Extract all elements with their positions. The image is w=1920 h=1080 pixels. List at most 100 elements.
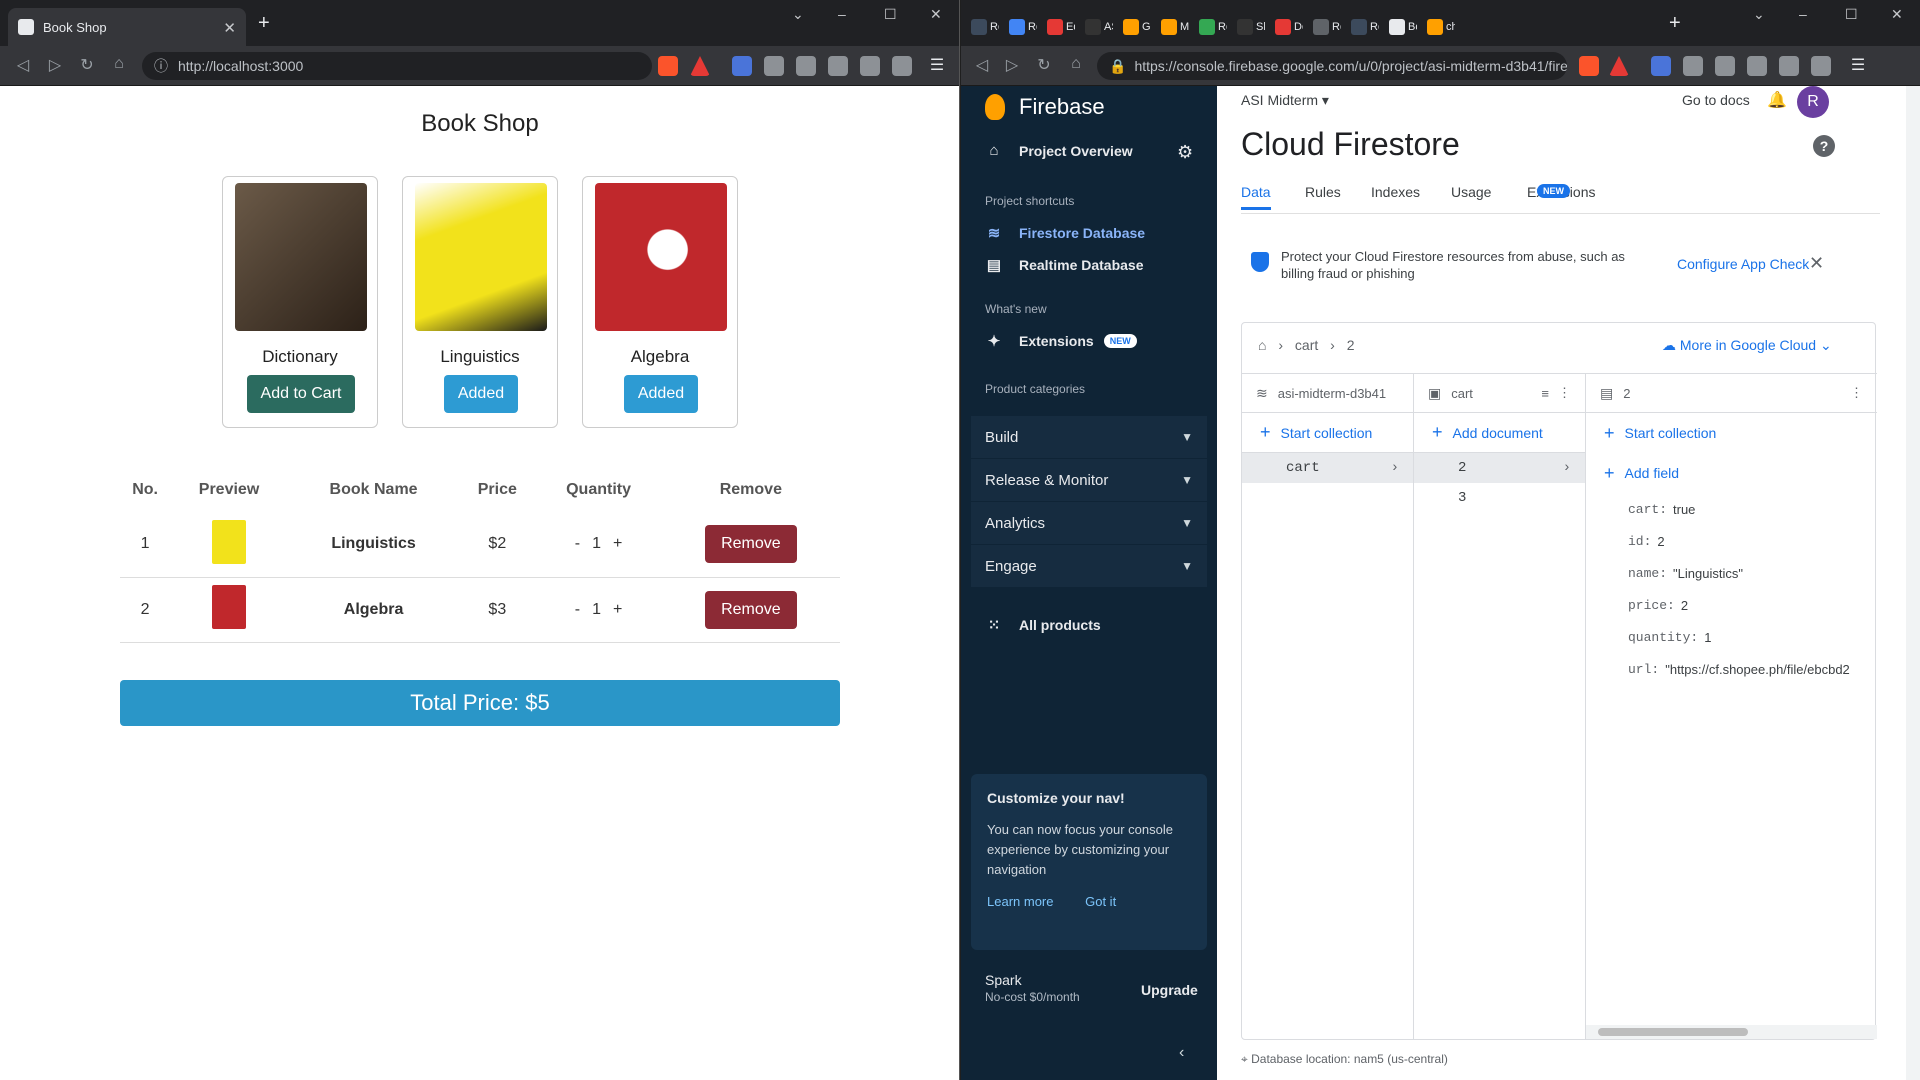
- translate-icon[interactable]: [732, 56, 752, 76]
- browser-tab[interactable]: ch: [1423, 8, 1459, 46]
- close-icon[interactable]: ✕: [1809, 253, 1824, 274]
- category-release-monitor[interactable]: Release & Monitor ▼: [971, 459, 1207, 501]
- bell-icon[interactable]: 🔔: [1767, 90, 1787, 110]
- menu-icon[interactable]: ☰: [926, 55, 948, 75]
- browser-tab[interactable]: Re: [1347, 8, 1383, 46]
- back-icon[interactable]: ◁: [971, 55, 993, 75]
- home-icon[interactable]: ⌂: [1258, 337, 1266, 353]
- extension-icon[interactable]: [764, 56, 784, 76]
- project-overview-link[interactable]: ⌂ Project Overview: [985, 142, 1132, 159]
- sidebar-item-extensions[interactable]: ✦ Extensions NEW: [985, 332, 1137, 350]
- translate-icon[interactable]: [1651, 56, 1671, 76]
- more-in-google-cloud-button[interactable]: ☁ More in Google Cloud ⌄: [1662, 337, 1832, 354]
- close-window-icon[interactable]: ✕: [930, 6, 942, 23]
- browser-tab[interactable]: Dc: [1271, 8, 1307, 46]
- breadcrumb-document[interactable]: 2: [1347, 337, 1355, 353]
- breadcrumb-collection[interactable]: cart: [1295, 337, 1318, 353]
- sidebar-icon[interactable]: [1779, 56, 1799, 76]
- maximize-icon[interactable]: ☐: [1845, 6, 1858, 23]
- field-row[interactable]: id: 2: [1586, 525, 1877, 557]
- wallet-icon[interactable]: [892, 56, 912, 76]
- brave-rewards-icon[interactable]: [1609, 56, 1629, 76]
- document-item[interactable]: 3: [1414, 483, 1585, 513]
- new-tab-button[interactable]: +: [258, 12, 270, 35]
- tab-indexes[interactable]: Indexes: [1371, 184, 1420, 200]
- all-products-link[interactable]: ⁙ All products: [985, 616, 1101, 634]
- browser-tab[interactable]: Bc: [1385, 8, 1421, 46]
- forward-icon[interactable]: ▷: [1001, 55, 1023, 75]
- category-build[interactable]: Build ▼: [971, 416, 1207, 458]
- browser-tab[interactable]: Sh: [1233, 8, 1269, 46]
- chevron-down-icon[interactable]: ⌄: [1753, 6, 1765, 23]
- address-bar[interactable]: 🔒 https://console.firebase.google.com/u/…: [1097, 52, 1567, 80]
- field-row[interactable]: name: "Linguistics": [1586, 557, 1877, 589]
- avatar[interactable]: R: [1797, 86, 1829, 118]
- horizontal-scrollbar[interactable]: [1586, 1025, 1877, 1039]
- minimize-icon[interactable]: –: [1799, 6, 1807, 22]
- start-collection-button[interactable]: + Start collection: [1586, 413, 1877, 453]
- browser-tab[interactable]: Re: [1195, 8, 1231, 46]
- remove-button[interactable]: Remove: [705, 525, 797, 564]
- new-tab-button[interactable]: +: [1669, 12, 1681, 35]
- collapse-sidebar-icon[interactable]: ‹: [1179, 1044, 1184, 1062]
- start-collection-button[interactable]: + Start collection: [1242, 413, 1413, 453]
- brave-rewards-icon[interactable]: [690, 56, 710, 76]
- field-row[interactable]: cart: true: [1586, 493, 1877, 525]
- more-vert-icon[interactable]: ⋮: [1850, 385, 1863, 401]
- learn-more-link[interactable]: Learn more: [987, 894, 1053, 909]
- collection-item[interactable]: cart ›: [1242, 453, 1413, 483]
- sidebar-icon[interactable]: [860, 56, 880, 76]
- maximize-icon[interactable]: ☐: [884, 6, 897, 23]
- chevron-down-icon[interactable]: ⌄: [792, 6, 804, 23]
- more-vert-icon[interactable]: ⋮: [1558, 385, 1571, 401]
- got-it-button[interactable]: Got it: [1085, 894, 1116, 909]
- reload-icon[interactable]: ↻: [76, 55, 98, 75]
- puzzle-icon[interactable]: [796, 56, 816, 76]
- scrollbar-thumb[interactable]: [1598, 1028, 1748, 1036]
- back-icon[interactable]: ◁: [12, 55, 34, 75]
- browser-tab[interactable]: AS: [1081, 8, 1117, 46]
- project-selector[interactable]: ASI Midterm ▾: [1241, 92, 1329, 109]
- filter-icon[interactable]: ≡: [1541, 386, 1549, 401]
- brave-shield-icon[interactable]: [658, 56, 678, 76]
- decrement-button[interactable]: -: [575, 601, 580, 618]
- tab-book-shop[interactable]: Book Shop ✕: [8, 8, 246, 46]
- browser-tab[interactable]: Re: [1309, 8, 1345, 46]
- vertical-scrollbar[interactable]: [1906, 86, 1920, 1080]
- field-row[interactable]: quantity: 1: [1586, 621, 1877, 653]
- sidebar-item-firestore[interactable]: ≋ Firestore Database: [985, 224, 1145, 242]
- add-document-button[interactable]: + Add document: [1414, 413, 1585, 453]
- home-icon[interactable]: ⌂: [1065, 55, 1087, 73]
- category-engage[interactable]: Engage ▼: [971, 545, 1207, 587]
- field-row[interactable]: url: "https://cf.shopee.ph/file/ebcbd2: [1586, 653, 1877, 685]
- browser-tab[interactable]: Re: [967, 8, 1003, 46]
- tab-rules[interactable]: Rules: [1305, 184, 1341, 200]
- playlist-icon[interactable]: [1747, 56, 1767, 76]
- close-icon[interactable]: ✕: [223, 19, 236, 37]
- tab-data[interactable]: Data: [1241, 184, 1271, 210]
- playlist-icon[interactable]: [828, 56, 848, 76]
- menu-icon[interactable]: ☰: [1847, 55, 1869, 75]
- decrement-button[interactable]: -: [575, 535, 580, 552]
- increment-button[interactable]: +: [613, 601, 622, 618]
- gear-icon[interactable]: ⚙: [1177, 142, 1193, 163]
- firebase-logo[interactable]: Firebase: [985, 94, 1105, 120]
- increment-button[interactable]: +: [613, 535, 622, 552]
- category-analytics[interactable]: Analytics ▼: [971, 502, 1207, 544]
- reload-icon[interactable]: ↻: [1033, 55, 1055, 75]
- home-icon[interactable]: ⌂: [108, 55, 130, 73]
- address-bar[interactable]: ⓘ http://localhost:3000: [142, 52, 652, 80]
- tab-usage[interactable]: Usage: [1451, 184, 1491, 200]
- minimize-icon[interactable]: –: [838, 6, 846, 22]
- remove-button[interactable]: Remove: [705, 590, 797, 629]
- added-button[interactable]: Added: [624, 375, 698, 413]
- browser-tab[interactable]: M: [1157, 8, 1193, 46]
- brave-shield-icon[interactable]: [1579, 56, 1599, 76]
- browser-tab[interactable]: Ed: [1043, 8, 1079, 46]
- added-button[interactable]: Added: [444, 375, 518, 413]
- document-item[interactable]: 2 ›: [1414, 453, 1585, 483]
- help-icon[interactable]: ?: [1813, 135, 1835, 157]
- close-window-icon[interactable]: ✕: [1891, 6, 1903, 23]
- puzzle-icon[interactable]: [1715, 56, 1735, 76]
- wallet-icon[interactable]: [1811, 56, 1831, 76]
